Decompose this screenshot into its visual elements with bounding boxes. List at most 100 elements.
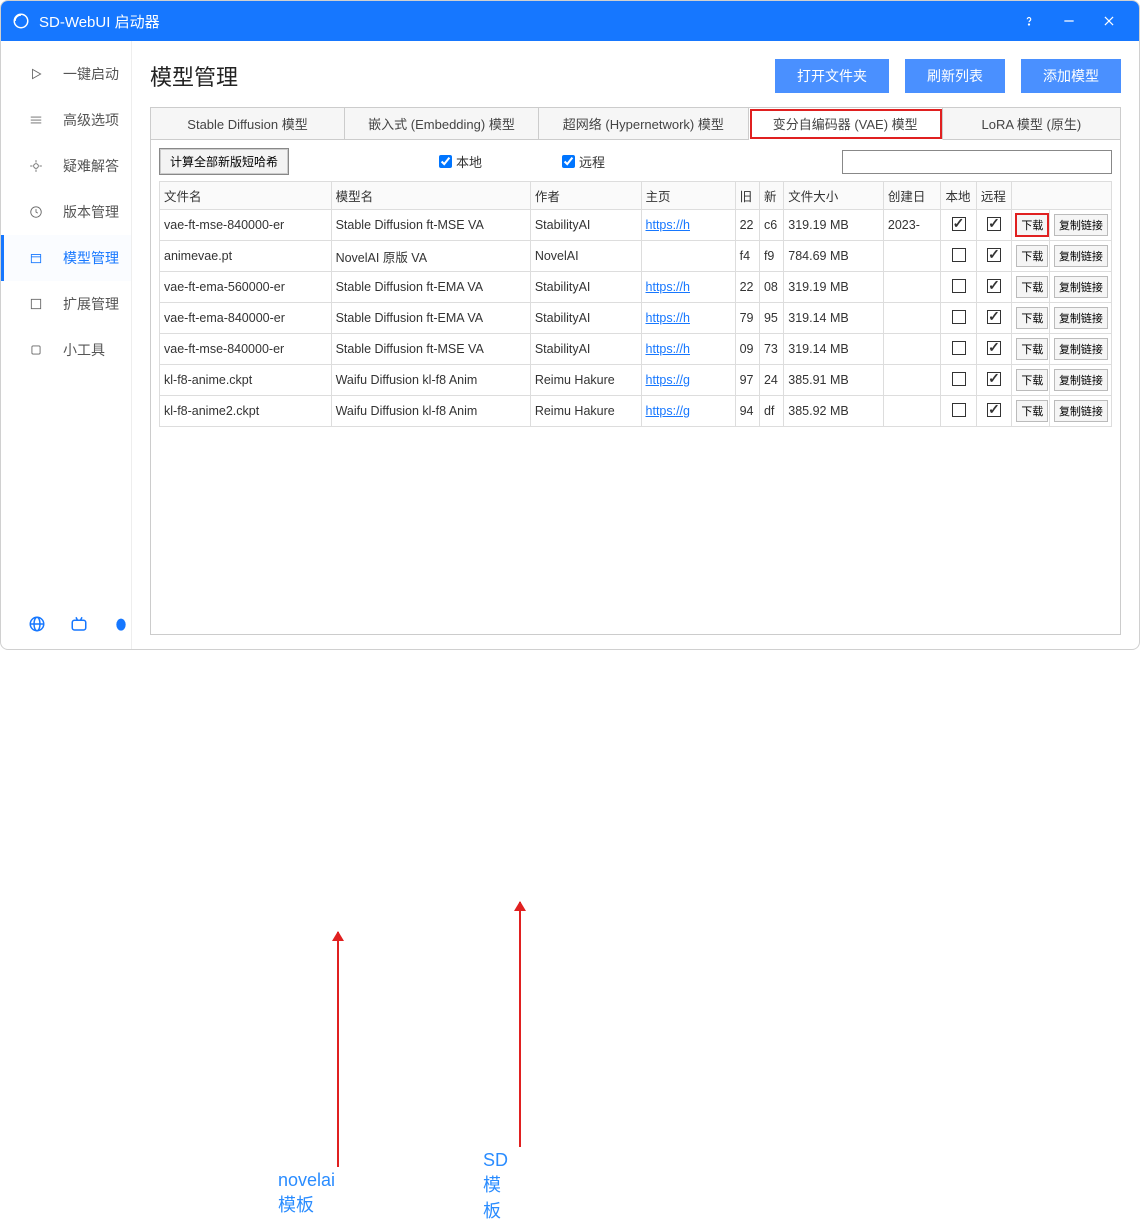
cell-remote[interactable] <box>976 272 1011 303</box>
cell-remote[interactable] <box>976 303 1011 334</box>
col-local[interactable]: 本地 <box>941 182 976 210</box>
cell-homepage: https://h <box>641 210 735 241</box>
sidebar-item-models[interactable]: 模型管理 <box>1 235 131 281</box>
homepage-link[interactable]: https://h <box>646 218 690 232</box>
download-button[interactable]: 下载 <box>1016 369 1048 391</box>
add-model-button[interactable]: 添加模型 <box>1021 59 1121 93</box>
remote-checkbox[interactable] <box>562 155 575 168</box>
bilibili-icon[interactable] <box>69 614 89 634</box>
homepage-link[interactable]: https://g <box>646 404 690 418</box>
globe-icon[interactable] <box>27 614 47 634</box>
cell-homepage: https://g <box>641 396 735 427</box>
tab-embedding[interactable]: 嵌入式 (Embedding) 模型 <box>345 108 539 140</box>
cell-local[interactable] <box>941 272 976 303</box>
tab-hypernetwork[interactable]: 超网络 (Hypernetwork) 模型 <box>539 108 749 140</box>
table-row[interactable]: kl-f8-anime2.ckptWaifu Diffusion kl-f8 A… <box>160 396 1112 427</box>
cell-local[interactable] <box>941 210 976 241</box>
col-author[interactable]: 作者 <box>530 182 641 210</box>
sidebar-item-version[interactable]: 版本管理 <box>1 189 131 235</box>
search-input[interactable] <box>842 150 1112 174</box>
col-modelname[interactable]: 模型名 <box>331 182 530 210</box>
table-row[interactable]: vae-ft-mse-840000-erStable Diffusion ft-… <box>160 334 1112 365</box>
copy-link-button[interactable]: 复制链接 <box>1054 400 1108 422</box>
cell-c5: 97 <box>735 365 759 396</box>
table-row[interactable]: animevae.ptNovelAI 原版 VANovelAIf4f9784.6… <box>160 241 1112 272</box>
homepage-link[interactable]: https://g <box>646 373 690 387</box>
cell-filename: kl-f8-anime2.ckpt <box>160 396 332 427</box>
download-button[interactable]: 下载 <box>1016 338 1048 360</box>
copy-link-button[interactable]: 复制链接 <box>1054 338 1108 360</box>
cell-local[interactable] <box>941 396 976 427</box>
col-created[interactable]: 创建日 <box>883 182 941 210</box>
cell-local[interactable] <box>941 303 976 334</box>
copy-link-button[interactable]: 复制链接 <box>1054 307 1108 329</box>
cell-download: 下载 <box>1012 396 1050 427</box>
download-button[interactable]: 下载 <box>1016 400 1048 422</box>
checkbox-icon <box>952 310 966 324</box>
cell-local[interactable] <box>941 334 976 365</box>
open-folder-button[interactable]: 打开文件夹 <box>775 59 889 93</box>
download-button[interactable]: 下载 <box>1016 245 1048 267</box>
cell-c5: f4 <box>735 241 759 272</box>
puzzle-icon <box>27 295 45 313</box>
table-row[interactable]: vae-ft-ema-560000-erStable Diffusion ft-… <box>160 272 1112 303</box>
local-checkbox-wrap[interactable]: 本地 <box>439 152 482 171</box>
help-button[interactable] <box>1009 1 1049 41</box>
tab-vae[interactable]: 变分自编码器 (VAE) 模型 <box>749 108 943 140</box>
close-button[interactable] <box>1089 1 1129 41</box>
sidebar-item-advanced[interactable]: 高级选项 <box>1 97 131 143</box>
sidebar-item-label: 模型管理 <box>63 248 119 268</box>
col-actions <box>1012 182 1112 210</box>
col-filesize[interactable]: 文件大小 <box>784 182 884 210</box>
cell-size: 784.69 MB <box>784 241 884 272</box>
refresh-list-button[interactable]: 刷新列表 <box>905 59 1005 93</box>
cell-remote[interactable] <box>976 365 1011 396</box>
titlebar: SD-WebUI 启动器 <box>1 1 1139 41</box>
sidebar-item-label: 版本管理 <box>63 202 119 222</box>
cell-remote[interactable] <box>976 396 1011 427</box>
tab-sd[interactable]: Stable Diffusion 模型 <box>151 108 345 140</box>
col-homepage[interactable]: 主页 <box>641 182 735 210</box>
tab-lora[interactable]: LoRA 模型 (原生) <box>943 108 1120 140</box>
copy-link-button[interactable]: 复制链接 <box>1054 276 1108 298</box>
cell-copy: 复制链接 <box>1049 334 1111 365</box>
cell-filename: kl-f8-anime.ckpt <box>160 365 332 396</box>
cell-copy: 复制链接 <box>1049 210 1111 241</box>
cell-remote[interactable] <box>976 241 1011 272</box>
homepage-link[interactable]: https://h <box>646 342 690 356</box>
col-remote[interactable]: 远程 <box>976 182 1011 210</box>
copy-link-button[interactable]: 复制链接 <box>1054 245 1108 267</box>
qq-icon[interactable] <box>111 614 131 634</box>
cell-local[interactable] <box>941 241 976 272</box>
remote-checkbox-wrap[interactable]: 远程 <box>562 152 605 171</box>
copy-link-button[interactable]: 复制链接 <box>1054 214 1108 236</box>
cell-remote[interactable] <box>976 210 1011 241</box>
download-button[interactable]: 下载 <box>1016 276 1048 298</box>
col-filename[interactable]: 文件名 <box>160 182 332 210</box>
download-button[interactable]: 下载 <box>1016 214 1048 236</box>
table-row[interactable]: kl-f8-anime.ckptWaifu Diffusion kl-f8 An… <box>160 365 1112 396</box>
cell-download: 下载 <box>1012 272 1050 303</box>
cell-size: 319.14 MB <box>784 303 884 334</box>
compute-hash-button[interactable]: 计算全部新版短哈希 <box>159 148 289 175</box>
table-row[interactable]: vae-ft-mse-840000-erStable Diffusion ft-… <box>160 210 1112 241</box>
sidebar-item-launch[interactable]: 一键启动 <box>1 51 131 97</box>
cell-created <box>883 303 941 334</box>
checkbox-icon <box>987 310 1001 324</box>
checkbox-icon <box>987 217 1001 231</box>
homepage-link[interactable]: https://h <box>646 311 690 325</box>
cell-created <box>883 241 941 272</box>
minimize-button[interactable] <box>1049 1 1089 41</box>
sidebar-item-tools[interactable]: 小工具 <box>1 327 131 373</box>
homepage-link[interactable]: https://h <box>646 280 690 294</box>
col-6[interactable]: 新 <box>759 182 783 210</box>
download-button[interactable]: 下载 <box>1016 307 1048 329</box>
table-row[interactable]: vae-ft-ema-840000-erStable Diffusion ft-… <box>160 303 1112 334</box>
sidebar-item-extensions[interactable]: 扩展管理 <box>1 281 131 327</box>
local-checkbox[interactable] <box>439 155 452 168</box>
cell-remote[interactable] <box>976 334 1011 365</box>
sidebar-item-troubleshoot[interactable]: 疑难解答 <box>1 143 131 189</box>
col-5[interactable]: 旧 <box>735 182 759 210</box>
copy-link-button[interactable]: 复制链接 <box>1054 369 1108 391</box>
cell-local[interactable] <box>941 365 976 396</box>
